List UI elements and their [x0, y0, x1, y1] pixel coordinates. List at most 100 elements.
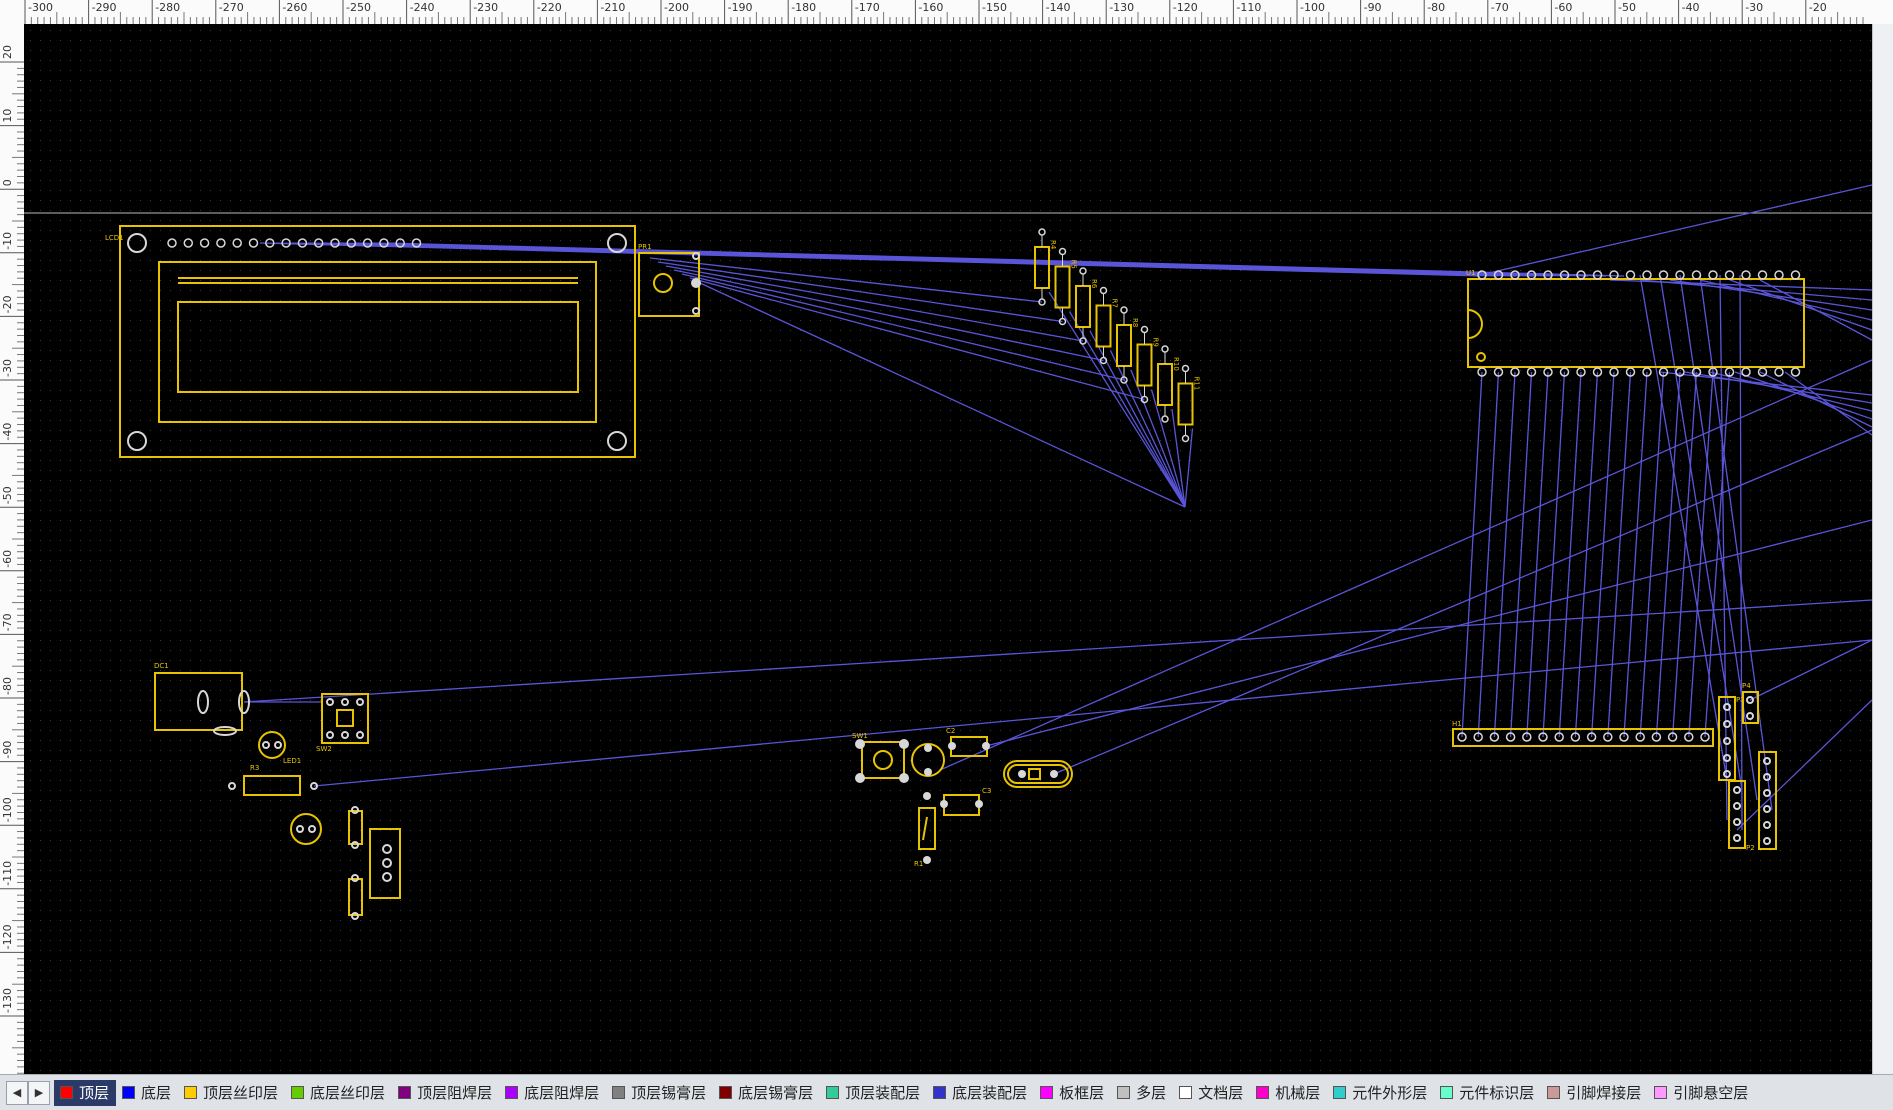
resistor-label: R9	[1152, 338, 1160, 347]
layer-tab-label: 底层丝印层	[310, 1084, 386, 1102]
layer-tab[interactable]: 引脚悬空层	[1648, 1080, 1755, 1106]
layer-tab[interactable]: 底层丝印层	[285, 1080, 392, 1106]
ruler-label: -270	[219, 1, 244, 14]
grid	[24, 24, 1872, 1074]
layer-tab-label: 底层锡膏层	[738, 1084, 814, 1102]
layer-tab[interactable]: 底层装配层	[927, 1080, 1034, 1106]
ruler-label: -70	[1, 613, 14, 631]
layer-tab[interactable]: 顶层装配层	[820, 1080, 927, 1106]
ruler-label: -30	[1, 359, 14, 377]
layer-tab-label: 引脚悬空层	[1673, 1084, 1749, 1102]
scroll-right-button[interactable]: ▶	[28, 1080, 50, 1105]
ruler-label: -80	[1, 677, 14, 695]
layer-color-swatch	[1040, 1086, 1054, 1099]
layer-tab[interactable]: 底层锡膏层	[713, 1080, 820, 1106]
layer-color-swatch	[398, 1086, 412, 1099]
ruler-label: -150	[982, 1, 1007, 14]
layer-tab[interactable]: 底层	[116, 1080, 178, 1106]
ruler-label: -280	[155, 1, 180, 14]
layer-color-swatch	[505, 1086, 519, 1099]
layer-tab[interactable]: 顶层丝印层	[178, 1080, 285, 1106]
ruler-label: -300	[28, 1, 53, 14]
ruler-label: -30	[1745, 1, 1763, 14]
resistor-label: R11	[1193, 377, 1201, 391]
layer-tab-label: 顶层丝印层	[203, 1084, 279, 1102]
resistor-label: R4	[1049, 240, 1057, 250]
layer-color-swatch	[1547, 1086, 1561, 1099]
p2-label: P2	[1746, 844, 1755, 852]
layer-color-swatch	[1333, 1086, 1347, 1099]
ruler-label: -110	[1236, 1, 1261, 14]
ruler-label: 0	[1, 179, 14, 186]
layer-tab[interactable]: 多层	[1111, 1080, 1173, 1106]
layer-tab-label: 顶层	[79, 1084, 110, 1102]
ruler-label: -120	[1173, 1, 1198, 14]
p3-label: P3	[1736, 696, 1745, 704]
pcb-canvas[interactable]: LCD1 PR1 R4 R5 R6 R7 R8 R9 R10 R11 U1 H1	[24, 24, 1872, 1074]
ruler-label: -90	[1, 741, 14, 759]
layer-tab[interactable]: 底层阻焊层	[499, 1080, 606, 1106]
layer-tab-label: 顶层装配层	[845, 1084, 921, 1102]
ruler-label: -20	[1809, 1, 1827, 14]
sw2-label: SW2	[316, 745, 332, 753]
resistor-label: R5	[1070, 260, 1078, 269]
ruler-label: -50	[1, 486, 14, 504]
layer-tab[interactable]: 元件标识层	[1434, 1080, 1541, 1106]
ruler-label: -80	[1427, 1, 1445, 14]
ruler-label: -250	[346, 1, 371, 14]
layer-tab-label: 元件标识层	[1459, 1084, 1535, 1102]
ruler-label: -170	[855, 1, 880, 14]
ruler-label: -70	[1491, 1, 1509, 14]
ruler-label: -20	[1, 295, 14, 313]
vertical-scrollbar[interactable]	[1872, 24, 1893, 1074]
layer-tab-label: 多层	[1136, 1084, 1167, 1102]
layer-tab-label: 顶层阻焊层	[417, 1084, 493, 1102]
layer-tab[interactable]: 机械层	[1250, 1080, 1327, 1106]
ruler-label: -140	[1046, 1, 1071, 14]
ruler-label: -180	[791, 1, 816, 14]
c3-label: C3	[982, 787, 991, 795]
layer-tab[interactable]: 顶层	[54, 1079, 117, 1106]
layer-tab-label: 板框层	[1059, 1084, 1105, 1102]
layer-color-swatch	[1179, 1086, 1193, 1099]
led1-label: LED1	[283, 757, 301, 765]
layer-color-swatch	[1654, 1086, 1668, 1099]
ruler-label: -200	[664, 1, 689, 14]
h1-label: H1	[1452, 720, 1462, 728]
layer-tab[interactable]: 引脚焊接层	[1541, 1080, 1648, 1106]
layer-color-swatch	[122, 1086, 136, 1099]
layer-tab-label: 底层阻焊层	[524, 1084, 600, 1102]
dc1-label: DC1	[154, 662, 169, 670]
layer-color-swatch	[1117, 1086, 1131, 1099]
ruler-label: -100	[1300, 1, 1325, 14]
layer-color-swatch	[1256, 1086, 1270, 1099]
ruler-label: -110	[1, 861, 14, 886]
layer-tab[interactable]: 元件外形层	[1327, 1080, 1434, 1106]
r3-label: R3	[250, 764, 259, 772]
pr1-label: PR1	[638, 243, 652, 251]
layer-tab-label: 文档层	[1198, 1084, 1244, 1102]
ruler-label: -220	[537, 1, 562, 14]
resistor-label: R8	[1131, 318, 1139, 327]
ruler-label: 20	[1, 45, 14, 59]
scroll-left-button[interactable]: ◀	[6, 1080, 28, 1105]
layer-color-swatch	[933, 1086, 947, 1099]
layer-tab-label: 底层装配层	[952, 1084, 1028, 1102]
vertical-ruler: 20 10 0 -10 -20 -30 -40 -50 -60 -70 -80 -90 -100 -110…	[0, 24, 25, 1074]
layer-color-swatch	[1440, 1086, 1454, 1099]
ruler-label: -120	[1, 924, 14, 949]
layer-tab[interactable]: 板框层	[1034, 1080, 1111, 1106]
resistor-label: R6	[1090, 279, 1098, 289]
lcd1-label: LCD1	[105, 234, 124, 242]
ruler-label: -10	[1, 232, 14, 250]
r1-label: R1	[914, 860, 923, 868]
layer-tab[interactable]: 顶层锡膏层	[606, 1080, 713, 1106]
layer-color-swatch	[60, 1086, 73, 1099]
ruler-label: -50	[1618, 1, 1636, 14]
ruler-label: -100	[1, 797, 14, 822]
layer-tab[interactable]: 顶层阻焊层	[392, 1080, 499, 1106]
layer-tab[interactable]: 文档层	[1173, 1080, 1250, 1106]
layer-color-swatch	[184, 1086, 198, 1099]
ruler-label: -290	[92, 1, 117, 14]
resistor-label: R7	[1111, 299, 1119, 308]
